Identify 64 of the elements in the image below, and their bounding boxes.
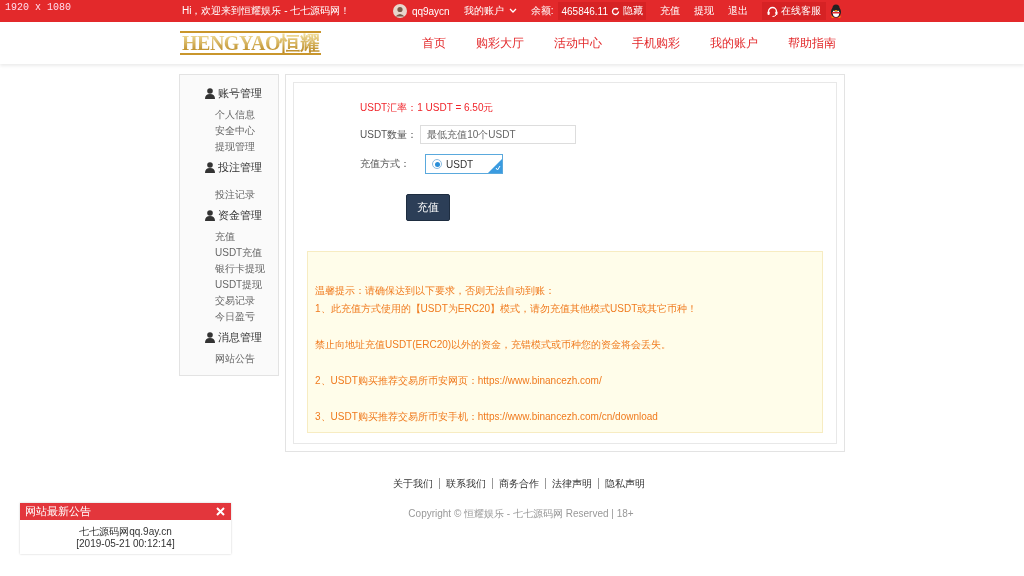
footer-link[interactable]: 法律声明 xyxy=(545,478,598,489)
site-logo: HENGYAO恒耀 xyxy=(180,31,321,55)
payment-option[interactable]: USDT xyxy=(425,154,503,174)
notice-text: 1、此充值方式使用的【USDT为ERC20】模式，请勿充值其他模式USDT或其它币种！ xyxy=(315,302,699,316)
resolution-label: 1920 x 1080 xyxy=(5,2,71,13)
announcement-time: [2019-05-21 00:12:14] xyxy=(75,538,176,550)
penguin-icon[interactable] xyxy=(830,4,842,18)
greeting-text: Hi，欢迎来到恒耀娱乐 - 七七源码网！ xyxy=(182,4,351,18)
menu-item[interactable]: 银行卡提现 xyxy=(215,263,265,274)
balance-label: 余额: xyxy=(530,4,554,18)
footer-link[interactable]: 关于我们 xyxy=(387,478,439,489)
field-label: 充值方式： xyxy=(360,157,410,171)
menu-item[interactable]: USDT充值 xyxy=(215,247,263,258)
field-label: USDT数量： xyxy=(360,127,418,142)
hide-link[interactable]: 隐藏 xyxy=(623,4,643,18)
top-link[interactable]: 提现 xyxy=(694,4,714,18)
footer-link[interactable]: 商务合作 xyxy=(492,478,545,489)
deposit-button[interactable]: 充值 xyxy=(406,194,450,221)
menu-item[interactable]: 安全中心 xyxy=(215,125,255,136)
announcement-title: 网站最新公告 xyxy=(25,504,91,519)
menu-item[interactable]: 今日盈亏 xyxy=(215,311,255,322)
close-icon[interactable] xyxy=(216,507,225,516)
check-corner-icon xyxy=(488,159,502,173)
copyright-text: Copyright © 恒耀娱乐 - 七七源码网 Reserved | 18+ xyxy=(408,507,634,521)
menu-item[interactable]: USDT提现 xyxy=(215,279,263,290)
top-link[interactable]: 退出 xyxy=(728,4,748,18)
balance-value: 465846.11 xyxy=(561,5,608,17)
menu-item[interactable]: 个人信息 xyxy=(215,109,255,120)
menu-item[interactable]: 提现管理 xyxy=(215,141,255,152)
avatar xyxy=(392,4,407,18)
user-icon xyxy=(205,161,215,173)
nav-link[interactable]: 首页 xyxy=(422,34,446,52)
username-text: qq9aycn xyxy=(411,5,450,17)
nav-link[interactable]: 帮助指南 xyxy=(788,34,836,52)
account-menu[interactable]: 我的账户 xyxy=(463,4,517,18)
announcement-text: 七七源码网qq.9ay.cn xyxy=(78,526,173,538)
footer-link[interactable]: 联系我们 xyxy=(439,478,492,489)
notice-text: 2、USDT购买推荐交易所币安网页：https://www.binancezh.com/ xyxy=(315,374,603,388)
amount-field[interactable]: 最低充值10个USDT xyxy=(420,125,577,144)
chevron-down-icon xyxy=(508,8,517,14)
menu-item[interactable]: 投注记录 xyxy=(215,189,255,200)
nav-link[interactable]: 购彩大厅 xyxy=(476,34,524,52)
exchange-rate-text: USDT汇率：1 USDT = 6.50元 xyxy=(360,101,495,115)
menu-group-title: 账号管理 xyxy=(218,85,262,101)
notice-text: 3、USDT购买推荐交易所币安手机：https://www.binancezh.com/cn/download xyxy=(315,410,659,424)
menu-group-title: 资金管理 xyxy=(218,207,262,223)
menu-group-title: 消息管理 xyxy=(218,329,262,345)
user-icon xyxy=(205,209,215,221)
headset-icon xyxy=(767,5,778,17)
footer-link[interactable]: 隐私声明 xyxy=(598,478,651,489)
menu-group-title: 投注管理 xyxy=(218,159,262,175)
menu-item[interactable]: 交易记录 xyxy=(215,295,255,306)
support-button[interactable]: 在线客服 xyxy=(762,2,826,20)
nav-link[interactable]: 活动中心 xyxy=(554,34,602,52)
refresh-icon[interactable] xyxy=(611,6,620,16)
top-link[interactable]: 充值 xyxy=(660,4,680,18)
menu-item[interactable]: 网站公告 xyxy=(215,353,255,364)
notice-text: 禁止向地址充值USDT(ERC20)以外的资金，充错模式或币种您的资金将会丢失。 xyxy=(315,338,673,352)
user-icon xyxy=(205,331,215,343)
notice-text: 温馨提示：请确保达到以下要求，否则无法自动到账： xyxy=(315,284,556,298)
nav-link[interactable]: 我的账户 xyxy=(710,34,758,52)
nav-link[interactable]: 手机购彩 xyxy=(632,34,680,52)
menu-item[interactable]: 充值 xyxy=(215,231,235,242)
user-icon xyxy=(205,87,215,99)
